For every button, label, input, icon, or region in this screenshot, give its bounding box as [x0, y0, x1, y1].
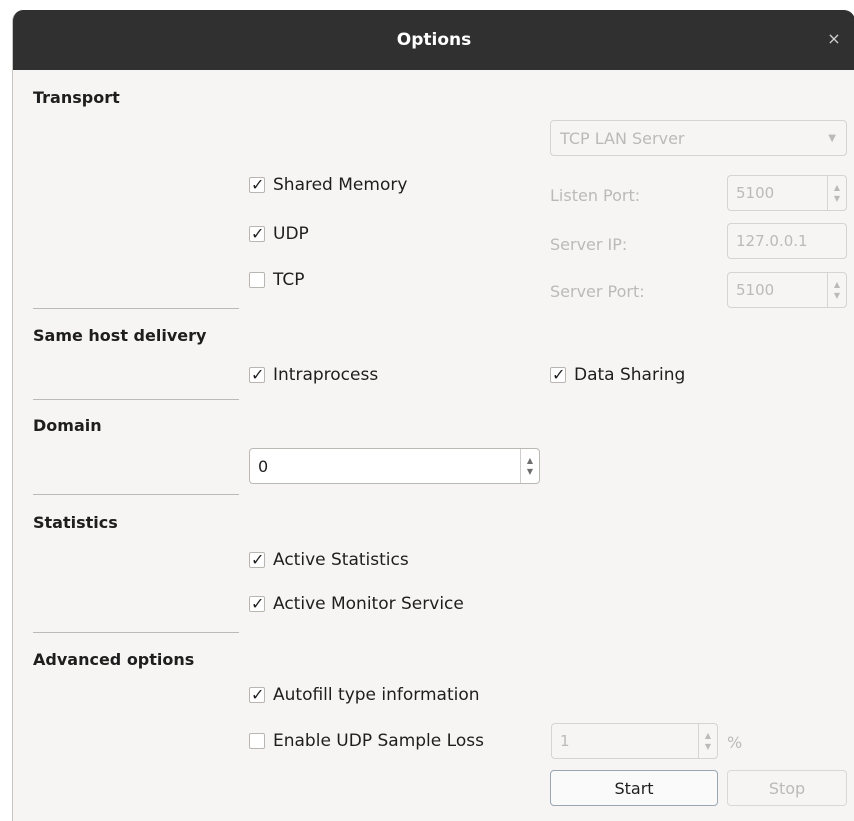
stepper-down-icon[interactable]: ▼	[527, 466, 533, 477]
close-icon[interactable]: ×	[821, 26, 847, 52]
udp-loss-stepper[interactable]: ▲ ▼	[698, 724, 717, 758]
server-port-value: 5100	[736, 281, 775, 299]
check-icon: ✓	[251, 594, 265, 613]
listen-port-label: Listen Port:	[550, 186, 641, 205]
udp-loss-value: 1	[560, 732, 570, 750]
options-dialog: Options × Transport TCP LAN Server ▼ ✓ S…	[12, 10, 854, 821]
section-divider	[33, 308, 239, 309]
checkbox-intraprocess-box[interactable]: ✓	[249, 365, 265, 384]
checkbox-active-monitor[interactable]: ✓ Active Monitor Service	[249, 594, 464, 614]
start-button[interactable]: Start	[550, 770, 718, 806]
checkbox-shared-memory[interactable]: ✓ Shared Memory	[249, 175, 407, 195]
checkbox-shared-memory-label: Shared Memory	[273, 175, 408, 195]
checkbox-active-statistics-label: Active Statistics	[273, 550, 409, 570]
checkbox-shared-memory-box[interactable]: ✓	[249, 175, 265, 194]
udp-loss-unit: %	[727, 733, 743, 752]
udp-loss-spinbox[interactable]: 1 ▲ ▼	[551, 723, 718, 759]
checkbox-intraprocess[interactable]: ✓ Intraprocess	[249, 365, 378, 385]
checkbox-autofill-label: Autofill type information	[273, 685, 480, 705]
chevron-down-icon: ▼	[828, 133, 836, 144]
checkbox-data-sharing[interactable]: ✓ Data Sharing	[550, 365, 685, 385]
checkbox-udp-sample-loss-box[interactable]	[249, 733, 265, 749]
check-icon: ✓	[552, 365, 566, 384]
checkbox-udp-box[interactable]: ✓	[249, 224, 265, 243]
checkbox-intraprocess-label: Intraprocess	[273, 365, 379, 385]
checkbox-udp-sample-loss[interactable]: Enable UDP Sample Loss	[249, 731, 484, 751]
stop-button[interactable]: Stop	[727, 770, 847, 806]
section-divider	[33, 494, 239, 495]
stepper-up-icon[interactable]: ▲	[834, 182, 840, 193]
check-icon: ✓	[251, 550, 265, 569]
checkbox-active-monitor-label: Active Monitor Service	[273, 594, 464, 614]
check-icon: ✓	[251, 175, 265, 194]
domain-value: 0	[258, 456, 269, 476]
listen-port-spinbox[interactable]: 5100 ▲ ▼	[727, 175, 847, 211]
stepper-up-icon[interactable]: ▲	[527, 455, 533, 466]
check-icon: ✓	[251, 365, 265, 384]
checkbox-tcp-label: TCP	[273, 270, 305, 290]
checkbox-data-sharing-label: Data Sharing	[574, 365, 686, 385]
listen-port-value: 5100	[736, 184, 775, 202]
domain-spinbox[interactable]: 0 ▲ ▼	[249, 448, 540, 484]
checkbox-autofill-box[interactable]: ✓	[249, 685, 265, 704]
server-ip-value: 127.0.0.1	[736, 232, 808, 250]
stepper-up-icon[interactable]: ▲	[834, 279, 840, 290]
section-heading-transport: Transport	[33, 88, 120, 107]
listen-port-stepper[interactable]: ▲ ▼	[827, 176, 846, 210]
section-divider	[33, 399, 239, 400]
stepper-down-icon[interactable]: ▼	[834, 290, 840, 301]
checkbox-tcp[interactable]: TCP	[249, 270, 305, 290]
checkbox-autofill[interactable]: ✓ Autofill type information	[249, 685, 480, 705]
stepper-down-icon[interactable]: ▼	[705, 741, 711, 752]
title-bar: Options ×	[13, 10, 854, 70]
checkbox-udp-sample-loss-label: Enable UDP Sample Loss	[273, 731, 484, 751]
checkbox-data-sharing-box[interactable]: ✓	[550, 365, 566, 384]
checkbox-active-statistics-box[interactable]: ✓	[249, 550, 265, 569]
server-ip-label: Server IP:	[550, 235, 628, 254]
section-heading-statistics: Statistics	[33, 513, 118, 532]
tcp-mode-value: TCP LAN Server	[560, 128, 685, 148]
stepper-up-icon[interactable]: ▲	[705, 730, 711, 741]
checkbox-active-monitor-box[interactable]: ✓	[249, 594, 265, 613]
checkbox-udp[interactable]: ✓ UDP	[249, 224, 309, 244]
stepper-down-icon[interactable]: ▼	[834, 193, 840, 204]
check-icon: ✓	[251, 685, 265, 704]
server-port-stepper[interactable]: ▲ ▼	[827, 273, 846, 307]
server-port-spinbox[interactable]: 5100 ▲ ▼	[727, 272, 847, 308]
server-port-label: Server Port:	[550, 282, 645, 301]
checkbox-udp-label: UDP	[273, 224, 309, 244]
section-heading-domain: Domain	[33, 416, 102, 435]
server-ip-field[interactable]: 127.0.0.1	[727, 223, 847, 259]
dialog-title: Options	[396, 30, 472, 50]
section-heading-same-host: Same host delivery	[33, 326, 207, 345]
checkbox-active-statistics[interactable]: ✓ Active Statistics	[249, 550, 409, 570]
section-heading-advanced: Advanced options	[33, 650, 195, 669]
check-icon: ✓	[251, 224, 265, 243]
tcp-mode-dropdown[interactable]: TCP LAN Server ▼	[550, 120, 847, 156]
section-divider	[33, 632, 239, 633]
checkbox-tcp-box[interactable]	[249, 272, 265, 288]
domain-stepper[interactable]: ▲ ▼	[520, 449, 539, 483]
